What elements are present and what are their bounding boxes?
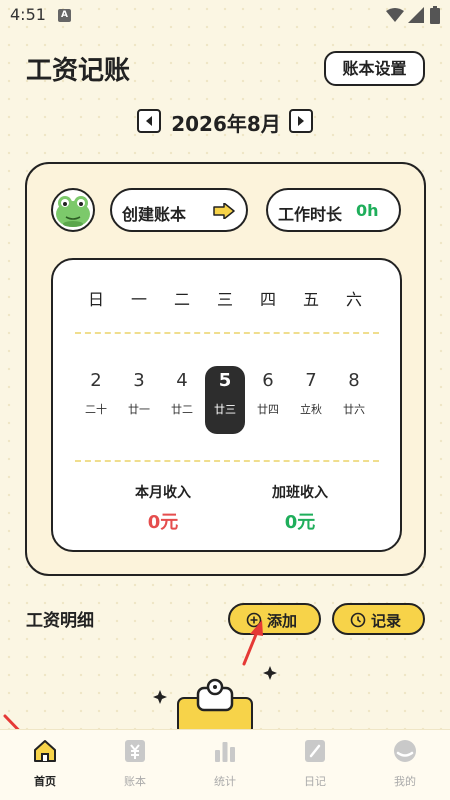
page-title: 工资记账 — [26, 56, 131, 86]
day-cell[interactable]: 3 廿一 — [119, 366, 159, 434]
weekday-tue: 二 — [173, 290, 190, 309]
month-label: 2026年8月 — [171, 112, 281, 136]
caret-right-icon — [298, 116, 304, 126]
notification-icon: A — [58, 9, 71, 22]
tab-home-label: 首页 — [34, 775, 56, 788]
create-ledger-button[interactable]: 创建账本 — [110, 188, 248, 232]
next-month-button[interactable] — [289, 109, 313, 133]
weekday-wed: 三 — [216, 290, 233, 309]
plus-circle-icon — [246, 612, 262, 628]
month-income: 本月收入 0元 — [103, 482, 223, 534]
tab-ledger[interactable]: 账本 — [90, 730, 180, 800]
overtime-income: 加班收入 0元 — [240, 482, 360, 534]
tab-stats-label: 统计 — [214, 775, 236, 788]
tab-diary[interactable]: 日记 — [270, 730, 360, 800]
tab-profile-label: 我的 — [394, 775, 416, 788]
divider — [75, 460, 379, 462]
day-cell[interactable]: 7 立秋 — [291, 366, 331, 434]
work-hours-value: 0h — [356, 201, 379, 220]
record-button[interactable]: 记录 — [332, 603, 425, 635]
wage-detail-title: 工资明细 — [26, 611, 94, 631]
weekday-sat: 六 — [345, 290, 362, 309]
stats-icon — [215, 742, 235, 762]
prev-month-button[interactable] — [137, 109, 161, 133]
ledger-icon — [125, 740, 145, 762]
lunar-date: 廿六 — [343, 403, 365, 416]
tab-profile[interactable]: 我的 — [360, 730, 450, 800]
day-number: 8 — [348, 370, 360, 391]
day-number: 3 — [133, 370, 145, 391]
lunar-date: 二十 — [85, 403, 107, 416]
day-cell-selected[interactable]: 5 廿三 — [205, 366, 245, 434]
lunar-date: 立秋 — [300, 403, 322, 416]
day-number: 5 — [218, 370, 232, 391]
day-cell[interactable]: 8 廿六 — [334, 366, 374, 434]
add-label: 添加 — [267, 612, 298, 630]
day-cell[interactable]: 4 廿二 — [162, 366, 202, 434]
status-time: 4:51 — [10, 5, 46, 24]
tab-ledger-label: 账本 — [124, 775, 146, 788]
tab-home[interactable]: 首页 — [0, 730, 90, 800]
add-button[interactable]: 添加 — [228, 603, 321, 635]
day-number: 6 — [262, 370, 274, 391]
signal-icon — [408, 7, 424, 23]
overtime-income-label: 加班收入 — [272, 485, 328, 501]
calendar-panel: 日 一 二 三 四 五 六 2 二十 3 廿一 4 廿二 5 廿三 6 廿四 7… — [51, 258, 402, 552]
lunar-date: 廿四 — [257, 403, 279, 416]
day-number: 2 — [90, 370, 102, 391]
lunar-date: 廿一 — [128, 403, 150, 416]
status-bar: 4:51 A — [0, 0, 450, 30]
main-card: 创建账本 工作时长 0h 日 一 二 三 四 五 六 2 二十 3 廿一 4 廿… — [25, 162, 426, 576]
overtime-income-value: 0元 — [284, 512, 316, 533]
empty-clipboard-illustration — [153, 666, 277, 730]
lunar-date: 廿二 — [171, 403, 193, 416]
lunar-date: 廿三 — [214, 403, 236, 416]
day-number: 4 — [176, 370, 188, 391]
frog-avatar-icon[interactable] — [51, 188, 95, 232]
ledger-settings-button[interactable]: 账本设置 — [324, 51, 425, 86]
tab-stats[interactable]: 统计 — [180, 730, 270, 800]
battery-icon — [430, 6, 440, 24]
month-income-label: 本月收入 — [135, 485, 191, 501]
weekday-thu: 四 — [259, 290, 276, 309]
weekday-sun: 日 — [87, 290, 104, 309]
divider — [75, 332, 379, 334]
day-cell[interactable]: 6 廿四 — [248, 366, 288, 434]
weekday-header: 日 一 二 三 四 五 六 — [53, 286, 400, 309]
weekday-mon: 一 — [130, 290, 147, 309]
work-hours-label: 工作时长 — [278, 205, 343, 224]
clock-icon — [350, 612, 366, 628]
day-number: 7 — [305, 370, 317, 391]
bottom-tab-bar: 首页 账本 统计 日记 我的 — [0, 729, 450, 800]
work-hours-button[interactable]: 工作时长 0h — [266, 188, 401, 232]
profile-icon — [394, 740, 416, 762]
home-icon — [34, 740, 56, 762]
diary-icon — [305, 740, 325, 762]
wifi-icon — [386, 8, 404, 22]
arrow-right-icon — [213, 203, 235, 219]
create-ledger-label: 创建账本 — [122, 205, 187, 224]
record-label: 记录 — [371, 612, 402, 630]
day-cell[interactable]: 2 二十 — [76, 366, 116, 434]
month-income-value: 0元 — [147, 512, 179, 533]
month-navigation: 2026年8月 — [0, 106, 450, 138]
tab-diary-label: 日记 — [304, 775, 326, 788]
weekday-fri: 五 — [302, 290, 319, 309]
caret-left-icon — [146, 116, 152, 126]
